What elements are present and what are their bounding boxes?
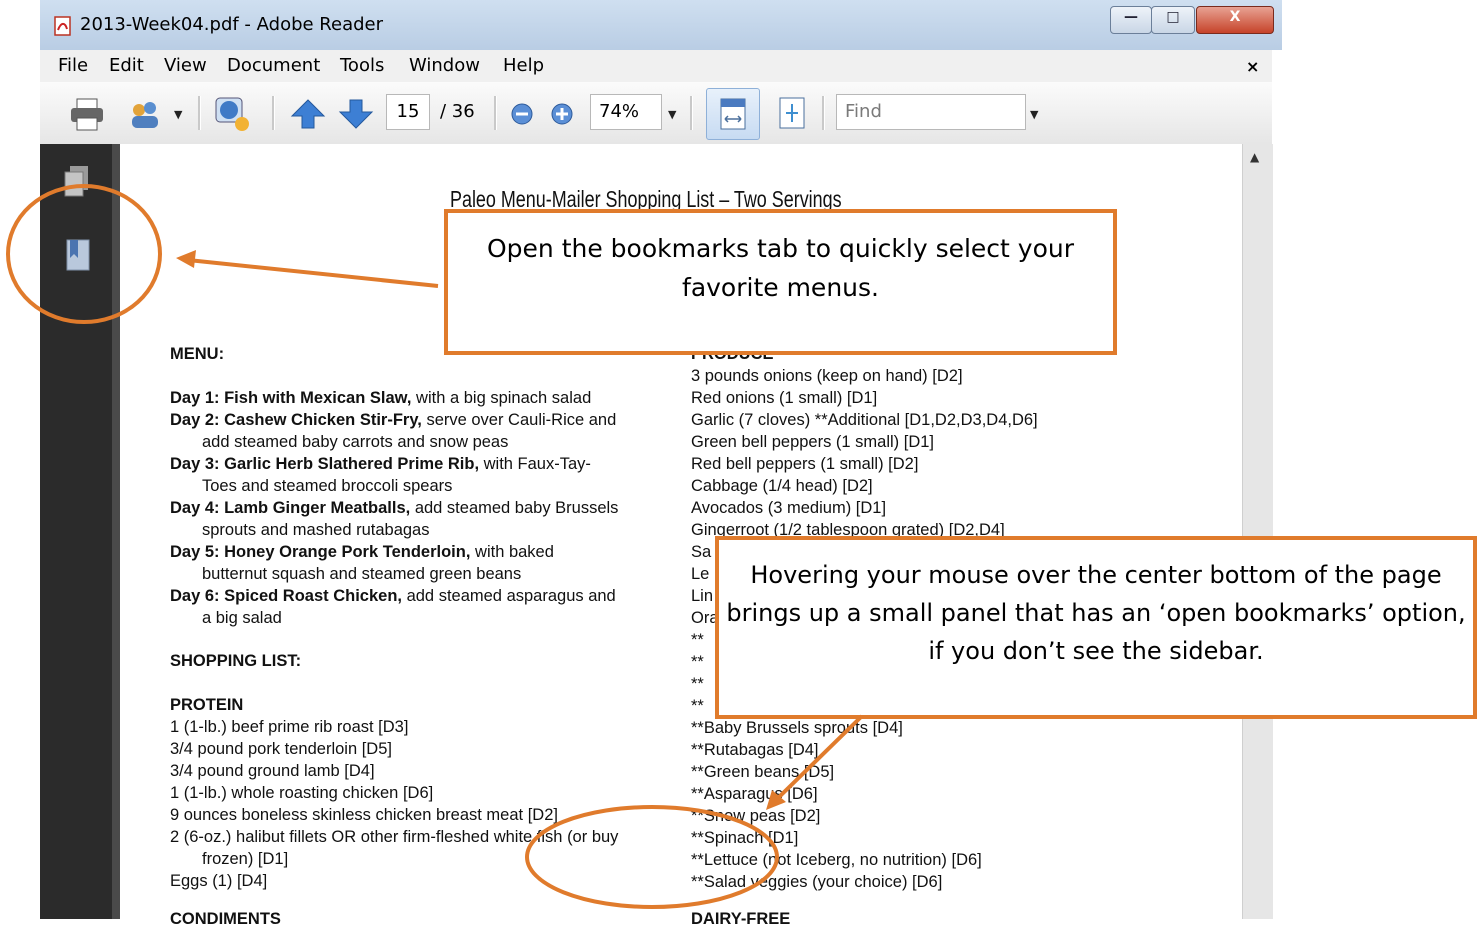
bookmarks-tab-highlight [6,184,162,324]
page-bottom-highlight [525,805,779,909]
annotation-arrow [187,258,439,288]
annotation-overlay [6,184,864,909]
annotation-arrow [774,714,864,802]
arrowhead-icon [176,250,196,268]
